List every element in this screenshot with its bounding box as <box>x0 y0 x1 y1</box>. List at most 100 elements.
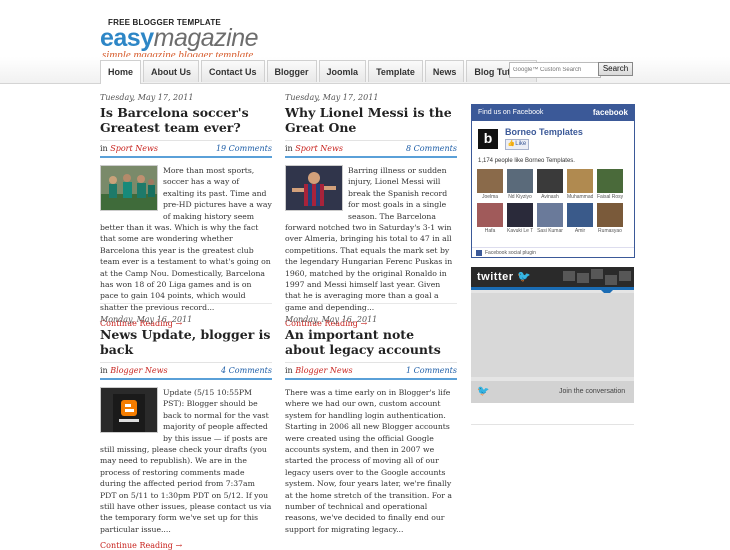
twitter-logo[interactable]: twitter 🐦 <box>477 270 531 283</box>
fan-avatar[interactable] <box>477 169 503 193</box>
post-excerpt: Barring illness or sudden injury, Lionel… <box>285 165 457 313</box>
fan-name: Sasi Kumar <box>537 228 563 234</box>
post-category-link[interactable]: Blogger News <box>110 366 167 375</box>
fan-face[interactable]: Kavuki Le Tr <box>507 203 533 235</box>
post-meta: in Sport News 19 Comments <box>100 140 272 158</box>
post-excerpt: There was a time early on in Blogger's l… <box>285 387 457 535</box>
post-comments-link[interactable]: 1 Comments <box>406 363 457 378</box>
fan-name: Nd Kiyziyo <box>508 194 532 200</box>
nav-item-news[interactable]: News <box>424 60 465 82</box>
facebook-logo[interactable]: facebook <box>593 105 628 121</box>
nav-item-blogger[interactable]: Blogger <box>266 60 317 82</box>
logo-magazine: magazine <box>153 24 259 52</box>
post-date: Tuesday, May 17, 2011 <box>285 93 379 102</box>
continue-reading-link[interactable]: Continue Reading → <box>100 541 272 550</box>
post-category-link[interactable]: Sport News <box>295 144 343 153</box>
in-label: in <box>100 366 108 375</box>
page-name-link[interactable]: Borneo Templates <box>505 127 583 137</box>
fan-avatar[interactable] <box>597 203 623 227</box>
post-card: Tuesday, May 17, 2011 Why Lionel Messi i… <box>285 93 457 328</box>
twitter-bird-icon: 🐦 <box>477 386 490 397</box>
fan-name: Muhammad <box>567 194 593 200</box>
like-button[interactable]: 👍Like <box>505 139 529 150</box>
post-comments-link[interactable]: 8 Comments <box>406 141 457 156</box>
post-date: Monday, May 16, 2011 <box>100 315 193 324</box>
fan-avatar[interactable] <box>537 203 563 227</box>
post-excerpt: More than most sports, soccer has a way … <box>100 165 272 313</box>
fan-face[interactable]: Amir <box>567 203 593 235</box>
search-input[interactable] <box>509 62 601 78</box>
facebook-icon <box>476 249 482 256</box>
fan-name: Joelma <box>481 194 499 200</box>
logo-wordmark: easymagazine <box>100 24 259 52</box>
nav-item-template[interactable]: Template <box>368 60 423 82</box>
fan-face[interactable]: Faisal Rosyi <box>597 169 623 201</box>
like-label: Like <box>515 141 527 147</box>
fan-name: Kavuki Le Tr <box>507 228 533 234</box>
facebook-widget: Find us on Facebook facebook b Borneo Te… <box>471 104 635 258</box>
join-conversation-link[interactable]: Join the conversation <box>559 381 625 403</box>
fan-avatar[interactable] <box>567 203 593 227</box>
nav-item-home[interactable]: Home <box>100 60 142 84</box>
post-card: Monday, May 16, 2011 An important note a… <box>285 315 457 535</box>
twitter-footer: 🐦 Join the conversation <box>471 381 634 403</box>
post-card: Tuesday, May 17, 2011 Is Barcelona socce… <box>100 93 272 328</box>
post-date: Monday, May 16, 2011 <box>285 315 378 324</box>
post-meta: in Blogger News 1 Comments <box>285 362 457 380</box>
fan-face[interactable]: Nd Kiyziyo <box>507 169 533 201</box>
fan-face[interactable]: Avinash <box>537 169 563 201</box>
fan-name: Hafa <box>484 228 496 234</box>
fan-face[interactable]: Joelma <box>477 169 503 201</box>
fan-face[interactable]: Muhammad <box>567 169 593 201</box>
in-label: in <box>285 144 293 153</box>
site-logo[interactable]: FREE BLOGGER TEMPLATE easymagazine simpl… <box>100 18 259 61</box>
post-meta: in Blogger News 4 Comments <box>100 362 272 380</box>
fan-avatar[interactable] <box>597 169 623 193</box>
post-meta: in Sport News 8 Comments <box>285 140 457 158</box>
page-avatar[interactable]: b <box>478 129 498 149</box>
facebook-header: Find us on Facebook facebook <box>472 105 634 121</box>
post-title[interactable]: News Update, blogger is back <box>100 327 272 357</box>
post-thumbnail[interactable] <box>100 165 158 211</box>
twitter-brand: twitter <box>477 271 514 283</box>
post-comments-link[interactable]: 4 Comments <box>221 363 272 378</box>
twitter-widget: twitter 🐦 🐦 Join the conversation <box>471 267 634 403</box>
bird-icon: 🐦 <box>517 271 532 283</box>
post-title[interactable]: Is Barcelona soccer's Greatest team ever… <box>100 105 272 135</box>
post-excerpt-text: There was a time early on in Blogger's l… <box>285 388 452 534</box>
post-date: Tuesday, May 17, 2011 <box>100 93 194 102</box>
post-category-link[interactable]: Sport News <box>110 144 158 153</box>
fan-face[interactable]: Rumasyao <box>597 203 623 235</box>
sidebar-divider <box>471 424 634 425</box>
fan-face[interactable]: Sasi Kumar <box>537 203 563 235</box>
main-nav: Home About Us Contact Us Blogger Joomla Templ… <box>100 60 539 84</box>
fan-avatar[interactable] <box>567 169 593 193</box>
facebook-footer: Facebook social plugin <box>472 247 634 257</box>
facebook-footer-text: Facebook social plugin <box>485 250 536 256</box>
fan-avatar[interactable] <box>537 169 563 193</box>
twitter-feed[interactable] <box>471 293 634 377</box>
fan-name: Avinash <box>541 194 559 200</box>
fan-face[interactable]: Hafa <box>477 203 503 235</box>
search-button[interactable]: Search <box>598 62 633 76</box>
fan-name: Amir <box>574 228 586 234</box>
nav-item-about-us[interactable]: About Us <box>143 60 200 82</box>
nav-item-contact-us[interactable]: Contact Us <box>201 60 265 82</box>
post-card: Monday, May 16, 2011 News Update, blogge… <box>100 315 272 550</box>
post-category-link[interactable]: Blogger News <box>295 366 352 375</box>
logo-easy: easy <box>100 24 154 52</box>
fan-faces: Joelma Nd Kiyziyo Avinash Muhammad Faisal Ro… <box>477 169 629 237</box>
fan-avatar[interactable] <box>507 203 533 227</box>
post-thumbnail[interactable] <box>100 387 158 433</box>
like-count: 1,174 people like Borneo Templates. <box>478 158 575 164</box>
post-title[interactable]: Why Lionel Messi is the Great One <box>285 105 457 135</box>
in-label: in <box>100 144 108 153</box>
post-title[interactable]: An important note about legacy accounts <box>285 327 457 357</box>
fan-avatar[interactable] <box>507 169 533 193</box>
post-thumbnail[interactable] <box>285 165 343 211</box>
nav-item-joomla[interactable]: Joomla <box>318 60 367 82</box>
fan-avatar[interactable] <box>477 203 503 227</box>
divider <box>285 303 457 304</box>
divider <box>100 303 272 304</box>
post-comments-link[interactable]: 19 Comments <box>216 141 272 156</box>
